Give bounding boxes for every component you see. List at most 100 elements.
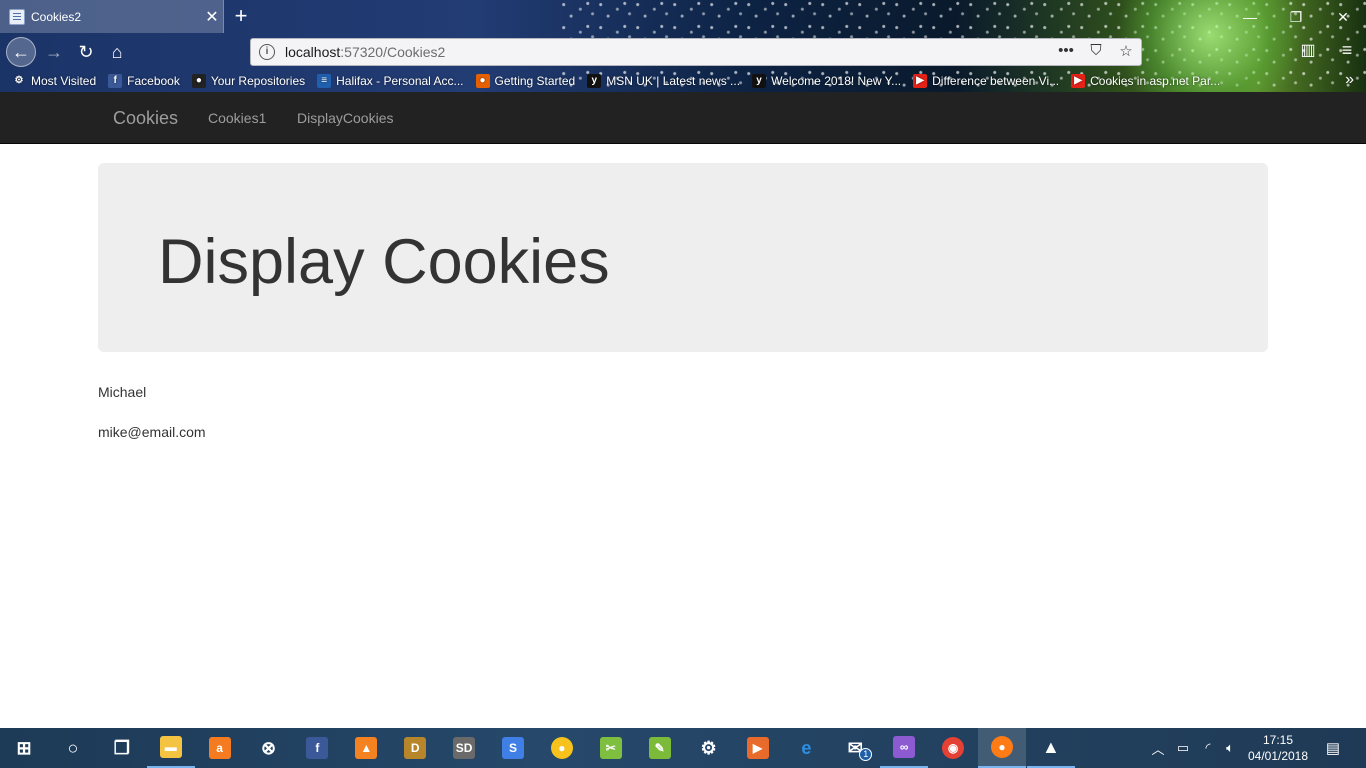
taskbar-button[interactable]: ✎ xyxy=(636,728,684,768)
site-info-icon[interactable]: i xyxy=(259,44,275,60)
page-actions-icon[interactable]: ••• xyxy=(1057,42,1075,60)
wifi-icon[interactable]: ◜ xyxy=(1197,728,1219,768)
settings-icon: ⚙ xyxy=(700,737,717,758)
library-sidebar-icon[interactable]: ▥ xyxy=(1296,40,1320,60)
bookmark-item[interactable]: ▶ Cookies in asp.net Par... xyxy=(1071,73,1221,88)
facebook-app-icon: f xyxy=(306,737,329,759)
battery-icon[interactable]: ▭ xyxy=(1172,728,1194,768)
forward-arrow-icon: → xyxy=(45,42,63,62)
edge-icon: e xyxy=(801,737,812,758)
forward-button[interactable]: → xyxy=(40,38,68,66)
taskbar-button[interactable]: ▲ xyxy=(342,728,390,768)
chrome-icon: ◉ xyxy=(942,737,965,759)
bookmark-item[interactable]: ⚙ Most Visited xyxy=(12,74,97,88)
taskbar-button[interactable]: ▬ xyxy=(146,728,195,768)
close-window-button[interactable]: ✕ xyxy=(1320,4,1366,30)
bookmark-label: Getting Started xyxy=(494,73,576,88)
bookmarks-overflow-icon[interactable]: » xyxy=(1345,71,1354,89)
taskbar-button[interactable]: a xyxy=(196,728,244,768)
msn-icon: y xyxy=(587,73,602,88)
taskbar-button[interactable]: e xyxy=(782,728,830,768)
back-arrow-icon: ← xyxy=(12,42,30,62)
taskbar-button[interactable]: SD xyxy=(440,728,488,768)
back-button[interactable]: ← xyxy=(6,37,36,67)
taskbar-button[interactable]: ⊞ xyxy=(0,728,48,768)
reload-button[interactable]: ↻ xyxy=(72,38,100,66)
taskbar-button[interactable]: ● xyxy=(978,728,1026,768)
page-title: Display Cookies xyxy=(158,227,610,297)
browser-chrome: Cookies2 ✕ + — ❐ ✕ ← → ↻ ⌂ i localhost:5… xyxy=(0,0,1366,92)
taskbar-button[interactable]: ◉ xyxy=(929,728,977,768)
taskbar-button[interactable]: f xyxy=(293,728,341,768)
page-favicon-icon xyxy=(9,8,25,25)
youtube-icon: ▶ xyxy=(1071,73,1086,88)
firefox-taskbar-icon: ● xyxy=(991,736,1013,758)
youtube-icon: ▶ xyxy=(913,73,928,88)
cortana-search-icon: ○ xyxy=(67,737,79,758)
taskbar-button[interactable]: ▲ xyxy=(1026,728,1075,768)
taskbar-button[interactable]: ⚙ xyxy=(685,728,733,768)
speeddisk-icon: SD xyxy=(453,737,476,759)
bookmark-label: Difference between Vi... xyxy=(932,73,1060,88)
new-tab-button[interactable]: + xyxy=(230,3,252,29)
browser-tab[interactable]: Cookies2 ✕ xyxy=(0,0,224,33)
gear-icon: ⚙ xyxy=(14,74,24,86)
firefox-icon: ● xyxy=(475,73,490,88)
taskbar-button[interactable]: ⊗ xyxy=(245,728,293,768)
bookmark-item[interactable]: y Welcome 2018! New Y... xyxy=(752,73,902,88)
url-actions: ••• ⛉ ☆ xyxy=(1057,42,1135,60)
windows-start-icon: ⊞ xyxy=(16,737,32,758)
hamburger-menu-icon[interactable]: ≡ xyxy=(1335,40,1359,61)
site-brand-link[interactable]: Cookies xyxy=(113,108,178,129)
bookmark-item[interactable]: ▶ Difference between Vi... xyxy=(913,73,1060,88)
bookmark-item[interactable]: ● Getting Started xyxy=(475,73,576,88)
bookmark-label: Welcome 2018! New Y... xyxy=(771,73,902,88)
home-button[interactable]: ⌂ xyxy=(103,38,131,66)
action-center-icon[interactable]: ▤ xyxy=(1320,728,1346,768)
bookmark-item[interactable]: f Facebook xyxy=(108,73,180,88)
bookmark-item[interactable]: ● Your Repositories xyxy=(191,73,306,88)
notepad-plus-icon: ✎ xyxy=(648,737,671,759)
taskbar-button[interactable]: ○ xyxy=(49,728,97,768)
windows-taskbar: ︿ ▭ ◜ 🔈︎ 17:15 04/01/2018 ▤ ⊞ ○ ❐ ▬ a ⊗ f ▲ D SD S… xyxy=(0,728,1366,768)
file-explorer-icon: ▬ xyxy=(159,736,182,758)
address-bar[interactable]: i localhost:57320/Cookies2 ••• ⛉ ☆ xyxy=(250,38,1142,66)
task-view-icon: ❐ xyxy=(113,737,130,758)
taskbar-button[interactable]: S xyxy=(489,728,537,768)
bookmark-star-icon[interactable]: ☆ xyxy=(1117,42,1135,60)
bookmarks-toolbar: ⚙ Most Visited f Facebook ● Your Repositories… xyxy=(0,69,1366,92)
app-blue-icon: S xyxy=(502,737,524,759)
bookmark-label: Cookies in asp.net Par... xyxy=(1090,73,1221,88)
mail-badge: 1 xyxy=(859,748,873,761)
taskbar-button[interactable]: ✉ 1 xyxy=(831,728,879,768)
taskbar-button[interactable]: D xyxy=(391,728,439,768)
minimize-button[interactable]: — xyxy=(1227,4,1273,30)
bookmark-item[interactable]: ≡ Halifax - Personal Acc... xyxy=(317,73,464,88)
taskbar-button[interactable]: ● xyxy=(538,728,586,768)
url-path: :57320/Cookies2 xyxy=(340,44,446,60)
bookmark-label: Your Repositories xyxy=(210,73,306,88)
vlc-icon: ▲ xyxy=(355,737,378,759)
tab-close-icon[interactable]: ✕ xyxy=(201,7,223,27)
taskbar-button[interactable]: ✂ xyxy=(587,728,635,768)
taskbar-button[interactable]: ▶ xyxy=(734,728,782,768)
reload-icon: ↻ xyxy=(78,42,94,62)
cookie-name-value: Michael xyxy=(98,384,147,400)
nav-link-cookies1[interactable]: Cookies1 xyxy=(208,110,266,126)
clock-date: 04/01/2018 xyxy=(1247,749,1309,763)
pocket-icon[interactable]: ⛉ xyxy=(1087,42,1105,60)
show-hidden-icons-icon[interactable]: ︿ xyxy=(1148,728,1168,768)
nav-link-displaycookies[interactable]: DisplayCookies xyxy=(297,110,393,126)
restore-button[interactable]: ❐ xyxy=(1273,4,1319,30)
duck-icon: ● xyxy=(550,737,573,759)
taskbar-button[interactable]: ❐ xyxy=(98,728,146,768)
tab-title: Cookies2 xyxy=(31,9,82,24)
avast-icon: a xyxy=(208,737,231,759)
bookmark-label: Facebook xyxy=(127,73,180,88)
bookmark-item[interactable]: y MSN UK | Latest news ... xyxy=(587,73,740,88)
system-clock[interactable]: 17:15 04/01/2018 xyxy=(1240,732,1316,764)
volume-icon[interactable]: 🔈︎ xyxy=(1219,728,1241,768)
taskbar-button[interactable]: ∞ xyxy=(880,728,929,768)
url-host: localhost xyxy=(285,44,341,60)
photos-icon: ▲ xyxy=(1041,736,1060,757)
